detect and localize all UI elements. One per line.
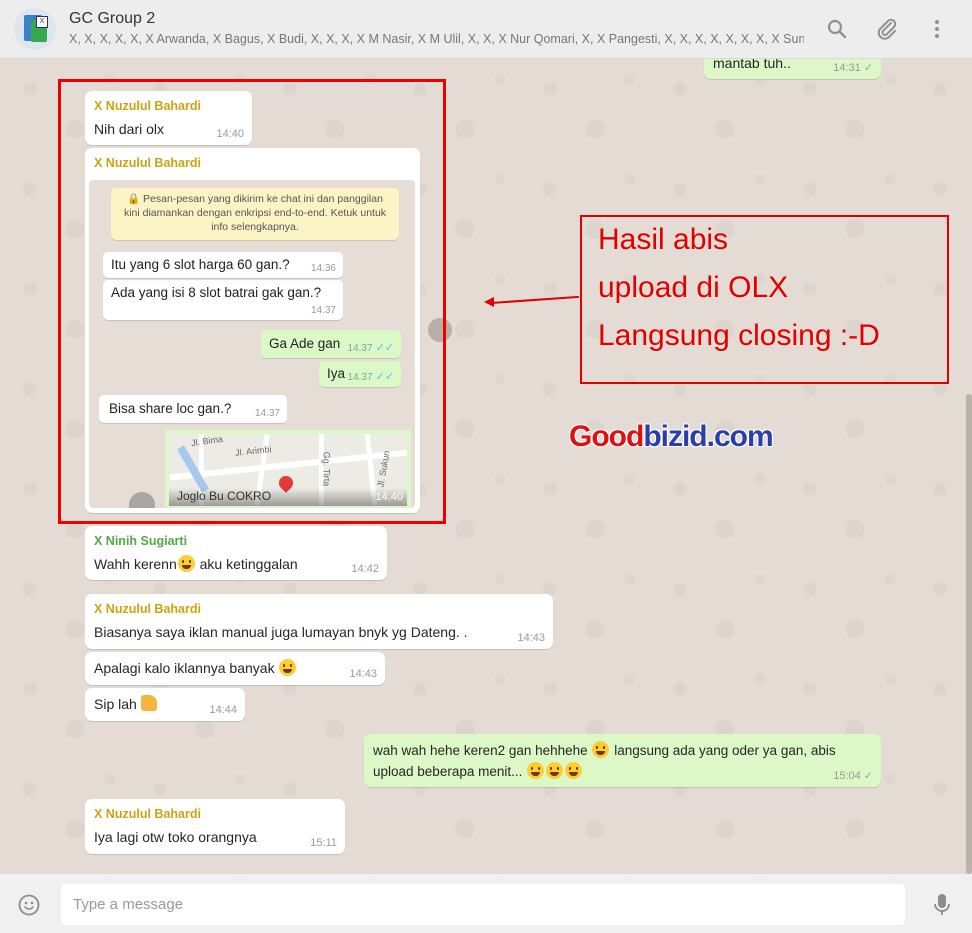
grin-emoji-icon	[527, 762, 545, 779]
annotation-box: Hasil abis upload di OLX Langsung closin…	[580, 215, 949, 384]
message-outgoing[interactable]: wah wah hehe keren2 gan hehhehe langsung…	[364, 734, 881, 787]
chat-header: X GC Group 2 X, X, X, X, X, X Arwanda, X…	[0, 0, 972, 59]
menu-dots-icon[interactable]	[925, 17, 949, 41]
message-text: Apalagi kalo iklannya banyak	[94, 659, 297, 676]
message-time: 15:04 ✓	[833, 770, 873, 782]
message-time: 14:31 ✓	[833, 62, 873, 74]
message-text: Iya lagi otw toko orangnya	[94, 829, 257, 845]
message-text-line1: wah wah hehe keren2 gan hehhehe langsung…	[373, 741, 836, 758]
composer-bar	[0, 874, 972, 933]
message-outgoing[interactable]: mantab tuh.. 14:31 ✓	[704, 59, 881, 79]
emoji-icon[interactable]	[18, 894, 40, 916]
message-time: 14:44	[209, 704, 237, 716]
sender-name: X Nuzulul Bahardi	[94, 602, 201, 616]
message-time: 14:43	[517, 632, 545, 644]
watermark: Goodbizid.com	[569, 420, 774, 453]
message-text: Sip lah	[94, 695, 157, 712]
message-incoming[interactable]: X Nuzulul Bahardi Biasanya saya iklan ma…	[85, 594, 553, 649]
message-incoming[interactable]: X Nuzulul Bahardi Iya lagi otw toko oran…	[85, 799, 345, 854]
message-incoming[interactable]: X Ninih Sugiarti Wahh kerenn aku ketingg…	[85, 526, 387, 580]
message-incoming[interactable]: Apalagi kalo iklannya banyak 14:43	[85, 652, 385, 685]
paperclip-icon[interactable]	[875, 17, 899, 41]
smile-emoji-icon	[565, 762, 583, 779]
highlight-box	[58, 79, 446, 524]
message-input[interactable]	[61, 884, 905, 925]
laughing-emoji-icon	[177, 555, 195, 572]
message-text-line2: upload beberapa menit...	[373, 762, 583, 779]
angel-emoji-icon	[546, 762, 564, 779]
message-time: 15:11	[310, 837, 337, 849]
message-text: Wahh kerenn aku ketinggalan	[94, 555, 298, 572]
participants-list[interactable]: X, X, X, X, X, X Arwanda, X Bagus, X Bud…	[69, 32, 804, 46]
chat-title[interactable]: GC Group 2	[69, 10, 155, 28]
message-incoming[interactable]: Sip lah 14:44	[85, 688, 245, 721]
annotation-arrow-head	[484, 297, 494, 307]
annotation-line: Langsung closing :-D	[598, 319, 880, 352]
thumbs-up-icon	[140, 695, 157, 711]
search-icon[interactable]	[825, 17, 849, 41]
chat-scrollbar[interactable]	[966, 394, 972, 874]
message-time: 14:43	[349, 668, 377, 680]
avatar-x-icon: X	[36, 16, 48, 28]
message-text: Biasanya saya iklan manual juga lumayan …	[94, 624, 468, 640]
microphone-icon[interactable]	[932, 893, 952, 917]
message-time: 14:42	[351, 563, 379, 575]
annotation-line: Hasil abis	[598, 223, 729, 256]
grin-emoji-icon	[279, 659, 297, 676]
sender-name: X Nuzulul Bahardi	[94, 807, 201, 821]
group-avatar[interactable]: X	[14, 8, 56, 50]
read-tick-icon: ✓	[863, 770, 873, 782]
grin-emoji-icon	[592, 741, 610, 758]
annotation-line: upload di OLX	[598, 271, 789, 304]
sender-name: X Ninih Sugiarti	[94, 534, 188, 548]
read-tick-icon: ✓	[863, 62, 873, 74]
message-text: mantab tuh..	[713, 59, 791, 71]
